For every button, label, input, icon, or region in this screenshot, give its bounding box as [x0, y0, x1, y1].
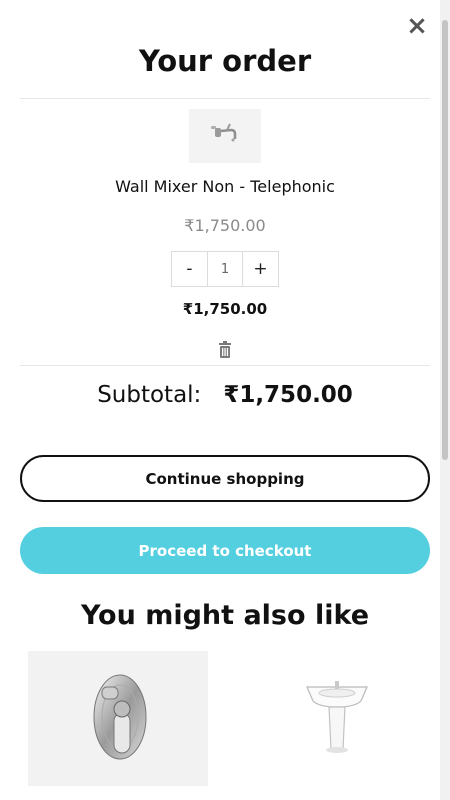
scrollbar[interactable] — [440, 0, 450, 800]
quantity-stepper: - 1 + — [171, 251, 279, 287]
decrement-button[interactable]: - — [172, 252, 207, 286]
subtotal-row: Subtotal: ₹1,750.00 — [0, 382, 450, 408]
pedestal-basin-icon — [306, 681, 368, 753]
cart-item-unit-price: ₹1,750.00 — [184, 216, 266, 235]
recommendations-title: You might also like — [80, 600, 370, 631]
order-title: Your order — [138, 44, 312, 78]
cart-item-image[interactable] — [189, 109, 261, 163]
continue-shopping-button[interactable]: Continue shopping — [20, 455, 430, 502]
recommended-product-card[interactable] — [245, 651, 425, 786]
cart-item-line-total: ₹1,750.00 — [182, 300, 268, 318]
trash-icon[interactable] — [217, 341, 233, 359]
increment-button[interactable]: + — [243, 252, 278, 286]
scrollbar-thumb[interactable] — [442, 20, 448, 460]
divider — [20, 365, 430, 366]
recommended-product-card[interactable] — [28, 651, 208, 786]
proceed-to-checkout-button[interactable]: Proceed to checkout — [20, 527, 430, 574]
subtotal-label: Subtotal: — [97, 382, 202, 408]
divider — [20, 98, 430, 99]
close-icon[interactable]: × — [404, 12, 430, 40]
cart-drawer: × Your order Wall Mixer Non - Telephonic… — [0, 0, 440, 800]
diverter-valve-icon — [93, 674, 147, 760]
faucet-icon — [211, 123, 237, 142]
cart-item-name[interactable]: Wall Mixer Non - Telephonic — [0, 177, 450, 196]
subtotal-amount: ₹1,750.00 — [223, 382, 353, 408]
quantity-input[interactable]: 1 — [207, 252, 243, 286]
